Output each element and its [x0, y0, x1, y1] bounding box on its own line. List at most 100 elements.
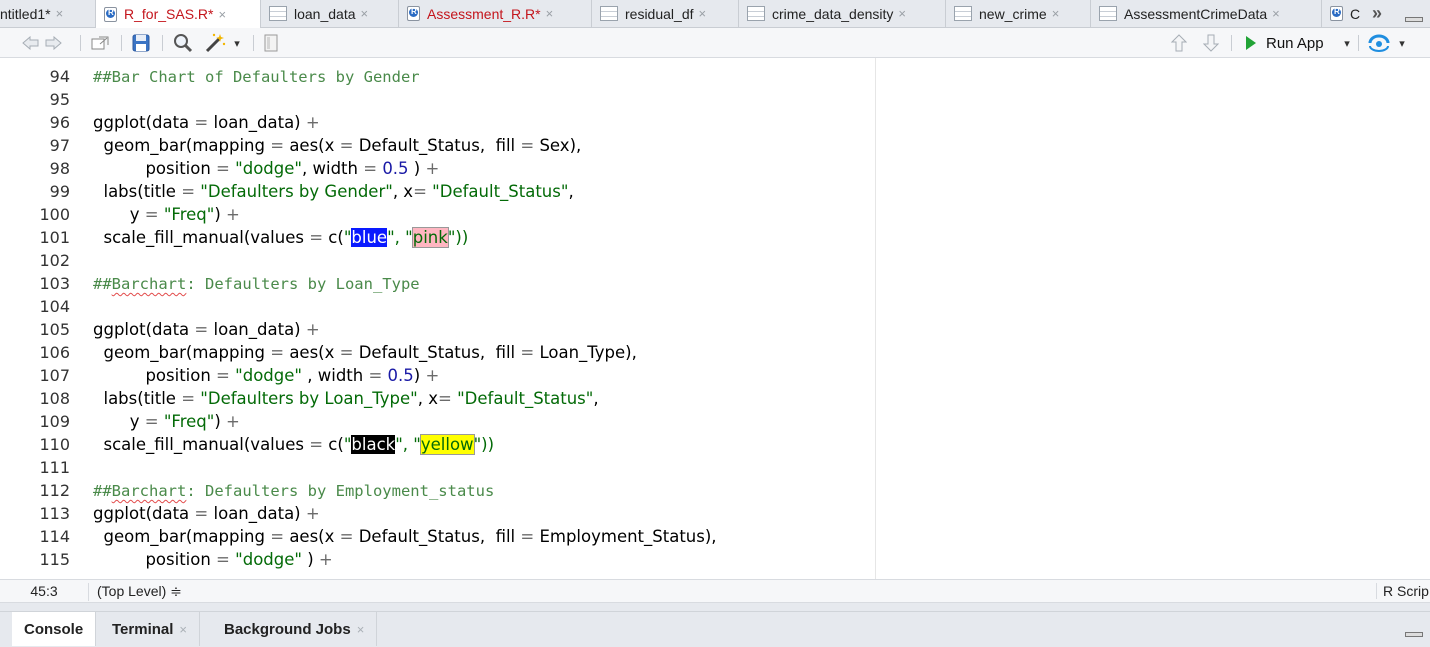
code-line: 111 — [0, 456, 875, 479]
line-number: 97 — [49, 136, 70, 155]
line-number: 95 — [49, 90, 70, 109]
code-line: 97 geom_bar(mapping = aes(x = Default_St… — [0, 134, 875, 157]
table-icon — [1099, 6, 1117, 21]
tab-console[interactable]: Console — [12, 612, 97, 646]
tab-overflow-icon[interactable]: » — [1372, 3, 1382, 24]
chevron-down-icon[interactable]: ▾ — [1396, 34, 1408, 52]
chevron-down-icon[interactable]: ▾ — [1341, 34, 1353, 52]
table-icon — [954, 6, 972, 21]
code-text: scale_fill_manual(values = c("blue", "pi… — [93, 227, 469, 248]
tab-label: ntitled1* — [0, 5, 51, 22]
line-number: 94 — [49, 67, 70, 86]
code-text: ggplot(data = loan_data) + — [93, 113, 320, 132]
code-line: 100 y = "Freq") + — [0, 203, 875, 226]
line-number: 98 — [49, 159, 70, 178]
code-line: 106 geom_bar(mapping = aes(x = Default_S… — [0, 341, 875, 364]
back-icon[interactable] — [22, 34, 40, 52]
code-tools-wand-icon[interactable] — [204, 33, 228, 53]
editor-status-bar: 45:3 (Top Level) ≑ R Scrip — [0, 579, 1430, 603]
publish-icon[interactable] — [1366, 34, 1392, 52]
tab-terminal[interactable]: Terminal × — [100, 612, 200, 646]
pane-splitter[interactable] — [0, 603, 1430, 611]
tab-background-jobs[interactable]: Background Jobs × — [212, 612, 378, 646]
code-line: 103 ##Barchart: Defaulters by Loan_Type — [0, 272, 875, 295]
code-text: geom_bar(mapping = aes(x = Default_Statu… — [93, 343, 637, 362]
line-number: 112 — [39, 481, 70, 500]
code-text: geom_bar(mapping = aes(x = Default_Statu… — [93, 527, 717, 546]
forward-icon[interactable] — [44, 34, 62, 52]
close-icon[interactable]: × — [357, 622, 365, 637]
play-icon — [1246, 36, 1256, 50]
code-line: 114 geom_bar(mapping = aes(x = Default_S… — [0, 525, 875, 548]
go-down-icon[interactable] — [1202, 34, 1220, 52]
r-file-icon: R — [407, 6, 420, 21]
tab-r-for-sas[interactable]: R R_for_SAS.R* × — [96, 0, 261, 28]
code-text: scale_fill_manual(values = c("black", "y… — [93, 434, 495, 455]
tab-label: residual_df — [625, 5, 694, 22]
close-icon[interactable]: × — [1272, 6, 1280, 21]
run-app-button[interactable]: Run App — [1246, 33, 1324, 53]
code-text: position = "dodge" , width = 0.5) + — [93, 366, 440, 385]
line-number: 107 — [39, 366, 70, 385]
search-icon[interactable] — [172, 34, 194, 53]
line-number: 104 — [39, 297, 70, 316]
minimize-pane-icon[interactable] — [1405, 632, 1423, 637]
line-number: 101 — [39, 228, 70, 247]
code-text: labs(title = "Defaulters by Loan_Type", … — [93, 389, 599, 408]
close-icon[interactable]: × — [56, 6, 64, 21]
code-line: 110 scale_fill_manual(values = c("black"… — [0, 433, 875, 456]
tab-label: loan_data — [294, 5, 356, 22]
save-icon[interactable] — [131, 34, 151, 52]
close-icon[interactable]: × — [546, 6, 554, 21]
tab-new-crime[interactable]: new_crime × — [946, 0, 1091, 27]
tab-loan-data[interactable]: loan_data × — [261, 0, 399, 27]
code-text: geom_bar(mapping = aes(x = Default_Statu… — [93, 136, 582, 155]
code-line: 95 — [0, 88, 875, 111]
file-type-selector[interactable]: R Scrip — [1376, 583, 1429, 599]
tab-label: C — [1350, 5, 1361, 22]
close-icon[interactable]: × — [179, 622, 187, 637]
code-line: 112 ##Barchart: Defaulters by Employment… — [0, 479, 875, 502]
editor-toolbar: ▾ Run App ▾ ▾ — [0, 28, 1430, 58]
code-text: labs(title = "Defaulters by Gender", x= … — [93, 182, 574, 201]
tab-label: Background Jobs — [224, 620, 351, 638]
close-icon[interactable]: × — [218, 7, 226, 22]
code-line: 105 ggplot(data = loan_data) + — [0, 318, 875, 341]
tab-assessment-r[interactable]: R Assessment_R.R* × — [399, 0, 592, 27]
line-number: 115 — [39, 550, 70, 569]
r-file-icon: R — [104, 6, 117, 22]
close-icon[interactable]: × — [699, 6, 707, 21]
close-icon[interactable]: × — [361, 6, 369, 21]
close-icon[interactable]: × — [898, 6, 906, 21]
tab-label: R_for_SAS.R* — [124, 6, 214, 22]
line-number: 109 — [39, 412, 70, 431]
code-text: ##Barchart: Defaulters by Loan_Type — [93, 275, 420, 293]
go-up-icon[interactable] — [1170, 34, 1188, 52]
tab-assessment-crime-data[interactable]: AssessmentCrimeData × — [1091, 0, 1322, 27]
line-number: 111 — [39, 458, 70, 477]
line-number: 108 — [39, 389, 70, 408]
console-tab-bar: Console Terminal × Background Jobs × — [0, 611, 1430, 647]
tab-untitled1[interactable]: ntitled1* × — [0, 0, 96, 27]
code-editor[interactable]: 94 ##Bar Chart of Defaulters by Gender 9… — [0, 58, 1430, 579]
line-number: 100 — [39, 205, 70, 224]
tab-residual-df[interactable]: residual_df × — [592, 0, 739, 27]
code-text: ##Bar Chart of Defaulters by Gender — [93, 68, 420, 86]
tab-label: crime_data_density — [772, 5, 894, 22]
compile-report-icon[interactable] — [263, 34, 279, 52]
show-in-window-icon[interactable] — [90, 34, 110, 52]
tab-label: new_crime — [979, 5, 1047, 22]
tab-c[interactable]: R C — [1322, 0, 1370, 27]
chevron-down-icon[interactable]: ▾ — [231, 34, 243, 52]
color-highlight-pink: pink — [411, 227, 449, 248]
tab-crime-data-density[interactable]: crime_data_density × — [739, 0, 946, 27]
table-icon — [600, 6, 618, 21]
line-number: 113 — [39, 504, 70, 523]
scope-selector[interactable]: (Top Level) ≑ — [97, 583, 182, 600]
close-icon[interactable]: × — [1052, 6, 1060, 21]
code-text: ggplot(data = loan_data) + — [93, 320, 320, 339]
code-line: 99 labs(title = "Defaulters by Gender", … — [0, 180, 875, 203]
run-app-label: Run App — [1266, 34, 1324, 52]
minimize-pane-icon[interactable] — [1405, 17, 1423, 22]
color-highlight-blue: blue — [351, 228, 388, 247]
